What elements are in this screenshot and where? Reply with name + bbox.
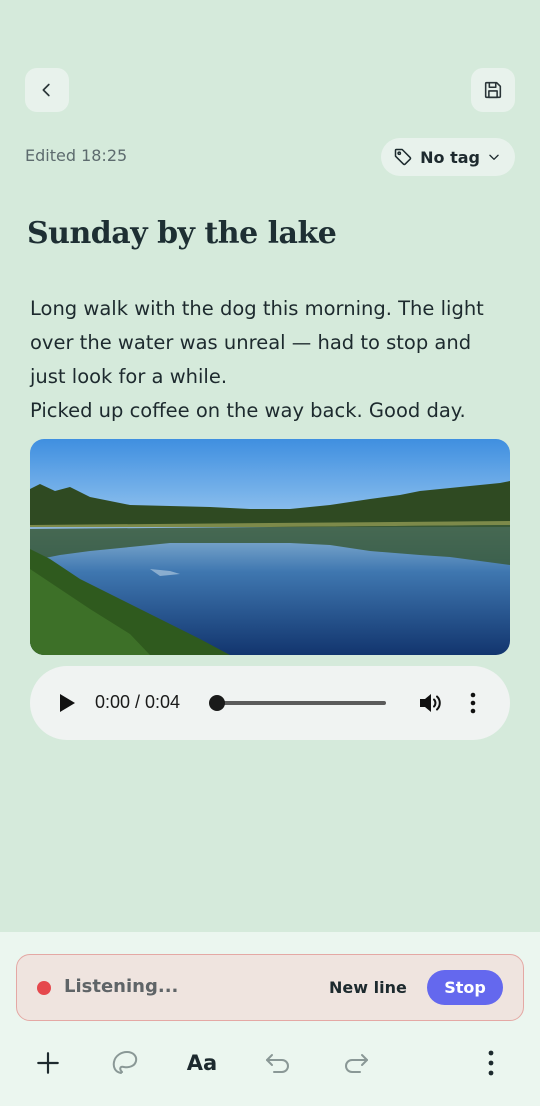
edited-timestamp: Edited 18:25 [25,146,128,165]
note-body[interactable]: Long walk with the dog this morning. The… [30,292,512,428]
play-icon[interactable] [58,693,76,713]
note-line: Long walk with the dog this morning. The… [30,297,484,320]
more-vertical-icon [488,1050,494,1076]
save-button[interactable] [471,68,515,112]
dictation-bar: Listening... New line Stop [16,954,524,1021]
add-button[interactable] [32,1045,64,1081]
tag-label: No tag [420,147,480,167]
redo-button[interactable] [340,1045,372,1081]
audio-player: 0:00 / 0:04 [30,666,510,740]
chevron-left-icon [42,83,50,97]
recording-dot-icon [37,981,51,995]
note-line: Picked up coffee on the way back. Good d… [30,399,466,422]
tag-selector[interactable]: No tag [381,138,515,176]
more-vertical-icon[interactable] [466,692,480,714]
volume-icon[interactable] [418,692,442,714]
back-button[interactable] [25,68,69,112]
stop-button[interactable]: Stop [427,970,503,1005]
lake-photo-image [30,439,510,655]
lake-photo[interactable] [30,439,510,655]
plus-icon [37,1052,59,1074]
tag-icon [394,148,412,166]
audio-progress-track[interactable] [216,701,386,705]
lasso-icon [112,1050,138,1074]
new-line-button[interactable]: New line [329,978,407,997]
undo-button[interactable] [262,1045,294,1081]
note-line: just look for a while. [30,365,228,388]
listening-status: Listening... [64,976,179,997]
note-line: over the water was unreal — had to stop … [30,331,472,354]
undo-icon [266,1054,289,1073]
floppy-disk-icon [484,81,502,99]
chevron-down-icon [489,154,499,160]
note-title[interactable]: Sunday by the lake [27,216,337,251]
audio-progress-thumb[interactable] [209,695,225,711]
toolbar-more-button[interactable] [482,1045,500,1081]
lasso-button[interactable] [106,1045,144,1081]
audio-time: 0:00 / 0:04 [95,692,181,712]
text-format-button[interactable]: Aa [180,1045,224,1081]
redo-icon [345,1054,368,1073]
